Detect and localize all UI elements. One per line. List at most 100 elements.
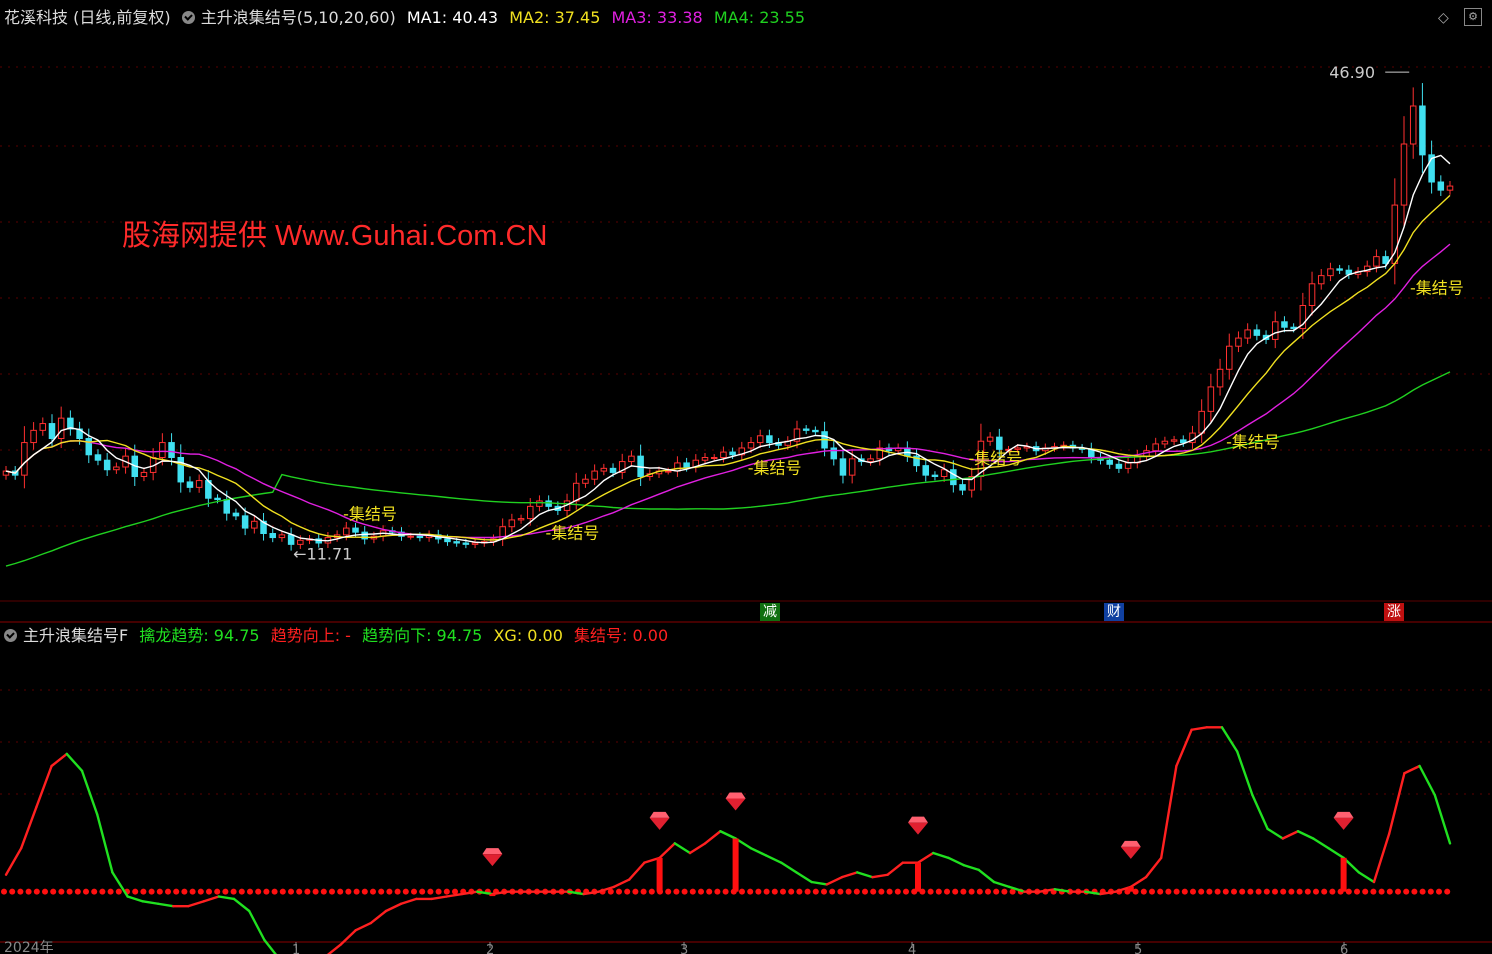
trend-segment xyxy=(354,921,372,932)
baseline-dot xyxy=(435,888,442,895)
baseline-dot xyxy=(862,888,868,895)
candle xyxy=(1317,268,1325,290)
checkmark-icon[interactable] xyxy=(4,629,17,642)
baseline-dot xyxy=(993,888,1000,895)
trend-segment xyxy=(187,900,205,908)
baseline-dot xyxy=(271,888,278,895)
baseline-dot xyxy=(976,888,983,895)
candle xyxy=(251,515,258,534)
candle-body xyxy=(1437,181,1445,191)
settings-icon[interactable]: ⚙ xyxy=(1464,8,1482,26)
candle-body xyxy=(416,535,424,539)
trend-segment xyxy=(247,909,266,942)
stock-chart[interactable]: -集结号 -集结号 -集结号 -集结号 -集结号 -集结号 46.90 ←11.71 2024年… xyxy=(0,0,1492,954)
diamond-icon xyxy=(1120,840,1141,847)
candle-body xyxy=(1253,329,1261,336)
candle-body xyxy=(1170,439,1178,442)
baseline-dot xyxy=(1001,888,1008,895)
candle-body xyxy=(950,469,957,486)
baseline-dot xyxy=(1403,888,1410,895)
spike-bar xyxy=(1127,886,1134,892)
baseline-dot xyxy=(780,888,786,895)
candle xyxy=(692,454,700,473)
baseline-dot xyxy=(148,888,155,895)
candle-body xyxy=(683,462,690,468)
candle xyxy=(867,454,874,466)
diamond-icon-lower xyxy=(482,854,503,867)
event-tag-rise[interactable]: 涨 xyxy=(1384,603,1404,621)
high-label: 46.90 xyxy=(1329,63,1375,82)
candle-body xyxy=(1327,268,1334,277)
candle xyxy=(232,508,240,521)
candle-body xyxy=(462,542,470,545)
baseline-dot xyxy=(1,888,7,895)
candle-body xyxy=(241,515,249,529)
baseline-dot xyxy=(1206,888,1213,895)
trend-segment xyxy=(1175,728,1193,768)
baseline-dot xyxy=(673,888,680,895)
trend-segment xyxy=(430,895,448,901)
candle-body xyxy=(766,435,773,444)
candle-body xyxy=(1216,368,1224,388)
baseline-dot xyxy=(165,888,171,895)
baseline-dot xyxy=(894,888,901,895)
candle-body xyxy=(986,436,994,442)
candle xyxy=(1345,265,1353,279)
trend-segment xyxy=(749,846,768,857)
candle xyxy=(1400,116,1408,227)
candle-body xyxy=(1124,462,1132,469)
candle xyxy=(931,471,939,481)
candle xyxy=(398,527,405,541)
spike-bar xyxy=(489,894,496,897)
candle xyxy=(195,474,203,493)
baseline-dot xyxy=(1140,888,1147,895)
signal-spike xyxy=(1333,811,1354,892)
candle-body xyxy=(729,451,736,456)
candle-body xyxy=(609,467,617,473)
baseline-dot xyxy=(83,888,89,895)
trend-segment xyxy=(1296,830,1315,840)
candle xyxy=(1207,373,1215,423)
candle xyxy=(1235,331,1242,353)
candle-body xyxy=(1290,326,1297,330)
baseline-dot xyxy=(33,888,40,895)
diamond-icon[interactable]: ◇ xyxy=(1438,10,1449,26)
trend-segment xyxy=(719,830,737,840)
diamond-icon xyxy=(908,816,928,823)
checkmark-icon[interactable] xyxy=(181,11,195,24)
candle xyxy=(1152,437,1159,457)
signal-label: -集结号 xyxy=(1226,432,1280,451)
baseline-dot xyxy=(263,888,270,895)
candle-body xyxy=(343,527,350,536)
candle-body xyxy=(508,519,516,528)
event-tag-reduce[interactable]: 减 xyxy=(760,603,780,621)
trend-segment xyxy=(445,892,464,898)
baseline-dot xyxy=(1386,888,1393,895)
baseline-dot xyxy=(714,888,721,895)
candle xyxy=(922,458,930,482)
trend-segment xyxy=(1144,856,1163,879)
baseline-dot xyxy=(739,888,745,895)
trend-segment xyxy=(1372,832,1391,884)
spike-bar xyxy=(1340,857,1347,892)
event-tag-finance[interactable]: 财 xyxy=(1104,603,1124,621)
candle-body xyxy=(269,533,276,539)
candle-body xyxy=(232,512,240,517)
candle-body xyxy=(830,447,838,460)
candle xyxy=(1216,358,1224,396)
trend-segment xyxy=(1281,830,1300,840)
month-label: 2 xyxy=(486,943,494,954)
candle-body xyxy=(1400,143,1408,206)
baseline-dot xyxy=(722,888,729,895)
candle-body xyxy=(1271,321,1279,340)
candle xyxy=(720,446,727,463)
trend-segment xyxy=(217,895,236,901)
baseline-dot xyxy=(1419,888,1426,895)
baseline-dot xyxy=(361,888,368,895)
candle-body xyxy=(517,518,525,521)
candle-body xyxy=(177,457,185,483)
baseline-dot xyxy=(304,888,311,895)
candle-body xyxy=(959,484,966,491)
baseline-dot xyxy=(952,888,959,895)
candle-body xyxy=(57,417,65,439)
